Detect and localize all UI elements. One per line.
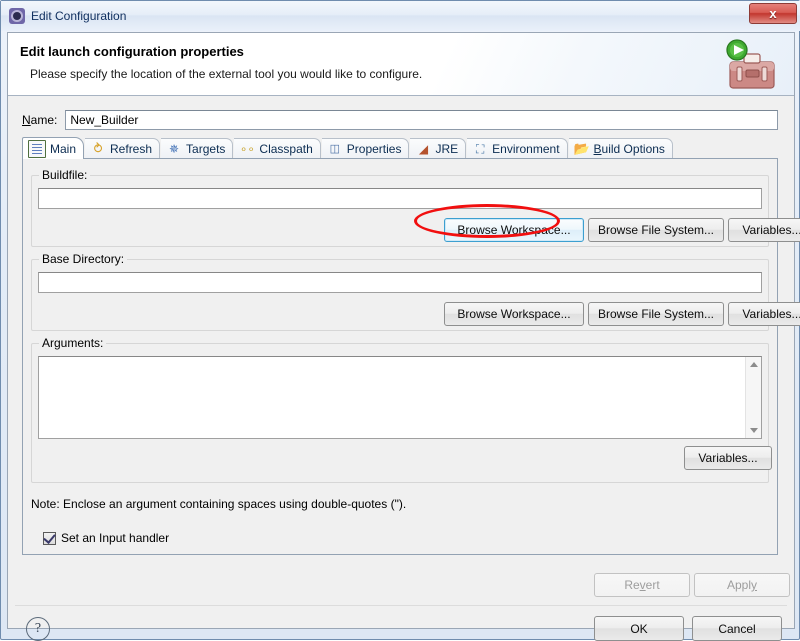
base-directory-input[interactable] <box>38 272 762 293</box>
cancel-button[interactable]: Cancel <box>692 616 782 641</box>
tab-strip: Main ⥁ Refresh ✵ Targets ∘∘ Classpath ◫ … <box>22 137 778 159</box>
set-input-handler-label: Set an Input handler <box>61 531 170 545</box>
buildfile-group-label: Buildfile: <box>39 168 91 182</box>
environment-monitor-icon: ⛶ <box>475 142 485 156</box>
name-label: Name: <box>22 113 57 127</box>
tab-properties[interactable]: ◫ Properties <box>321 138 410 159</box>
arguments-group: Arguments: Variables... <box>31 336 772 483</box>
close-icon[interactable]: x <box>749 3 797 24</box>
buildfile-browse-file-system-button[interactable]: Browse File System... <box>588 218 724 242</box>
help-question-icon[interactable]: ? <box>26 617 50 641</box>
properties-list-icon: ◫ <box>329 143 340 155</box>
scroll-up-arrow-icon[interactable] <box>746 357 761 372</box>
base-directory-group: Base Directory: Browse Workspace... Brow… <box>31 252 800 331</box>
name-input[interactable] <box>65 110 778 130</box>
folder-open-icon: 📂 <box>573 141 590 156</box>
page-title: Edit launch configuration properties <box>20 44 244 59</box>
document-page-icon <box>28 139 46 158</box>
gear-icon <box>9 8 25 24</box>
base-directory-browse-file-system-button[interactable]: Browse File System... <box>588 302 724 326</box>
title-bar: Edit Configuration x <box>1 1 800 31</box>
tab-refresh-label: Refresh <box>110 142 153 156</box>
toolbox-with-run-arrow-icon <box>726 39 775 89</box>
tab-classpath-label: Classpath <box>259 142 313 156</box>
tab-classpath[interactable]: ∘∘ Classpath <box>234 138 321 159</box>
tab-build-options[interactable]: 📂 Build Options <box>568 138 673 159</box>
tab-folder: Main ⥁ Refresh ✵ Targets ∘∘ Classpath ◫ … <box>22 137 800 555</box>
base-directory-group-label: Base Directory: <box>39 252 128 266</box>
tab-refresh[interactable]: ⥁ Refresh <box>85 138 161 159</box>
banner: Edit launch configuration properties Ple… <box>8 33 794 96</box>
scroll-down-arrow-icon[interactable] <box>746 423 761 438</box>
arguments-scrollbar[interactable] <box>745 357 761 438</box>
set-input-handler-row[interactable]: Set an Input handler <box>43 530 170 545</box>
tab-jre[interactable]: ◢ JRE <box>410 138 467 159</box>
page-subtitle: Please specify the location of the exter… <box>30 67 423 81</box>
window-title: Edit Configuration <box>31 9 127 23</box>
tab-jre-label: JRE <box>435 142 459 156</box>
tab-targets[interactable]: ✵ Targets <box>161 138 234 159</box>
base-directory-variables-button[interactable]: Variables... <box>728 302 800 326</box>
footer-divider <box>15 605 787 606</box>
apply-button[interactable]: Appl y <box>694 573 790 597</box>
name-row: Name: <box>22 109 778 131</box>
revert-button[interactable]: Re v ert <box>594 573 690 597</box>
tab-main[interactable]: Main <box>22 137 85 159</box>
name-label-rest: ame: <box>30 113 58 127</box>
arguments-group-label: Arguments: <box>39 336 107 350</box>
arguments-textarea[interactable] <box>39 357 745 438</box>
tab-properties-label: Properties <box>346 142 402 156</box>
tab-main-label: Main <box>50 141 77 156</box>
name-label-mnemonic: N <box>22 113 31 127</box>
tab-body-main: Buildfile: Browse Workspace... Browse Fi… <box>22 158 800 555</box>
base-directory-browse-workspace-button[interactable]: Browse Workspace... <box>444 302 584 326</box>
tab-targets-label: Targets <box>186 142 226 156</box>
arguments-textarea-wrapper <box>38 356 762 439</box>
buildfile-variables-button[interactable]: Variables... <box>728 218 800 242</box>
buildfile-group: Buildfile: Browse Workspace... Browse Fi… <box>31 168 800 247</box>
ok-button[interactable]: OK <box>594 616 684 641</box>
buildfile-browse-workspace-button[interactable]: Browse Workspace... <box>444 218 584 242</box>
refresh-arrows-icon: ⥁ <box>93 141 103 156</box>
dialog-window: Edit Configuration x Edit launch configu… <box>0 0 800 641</box>
arguments-note: Note: Enclose an argument containing spa… <box>31 497 407 511</box>
jre-books-icon: ◢ <box>418 142 429 156</box>
dialog-client-area: Edit launch configuration properties Ple… <box>7 32 800 641</box>
targets-ant-icon: ✵ <box>169 142 180 156</box>
buildfile-input[interactable] <box>38 188 762 209</box>
arguments-variables-button[interactable]: Variables... <box>684 446 772 470</box>
tab-build-options-label: Build Options <box>593 142 665 156</box>
tab-environment[interactable]: ⛶ Environment <box>467 138 568 159</box>
classpath-links-icon: ∘∘ <box>239 142 255 156</box>
set-input-handler-checkbox[interactable] <box>43 530 56 545</box>
tab-environment-label: Environment <box>492 142 560 156</box>
